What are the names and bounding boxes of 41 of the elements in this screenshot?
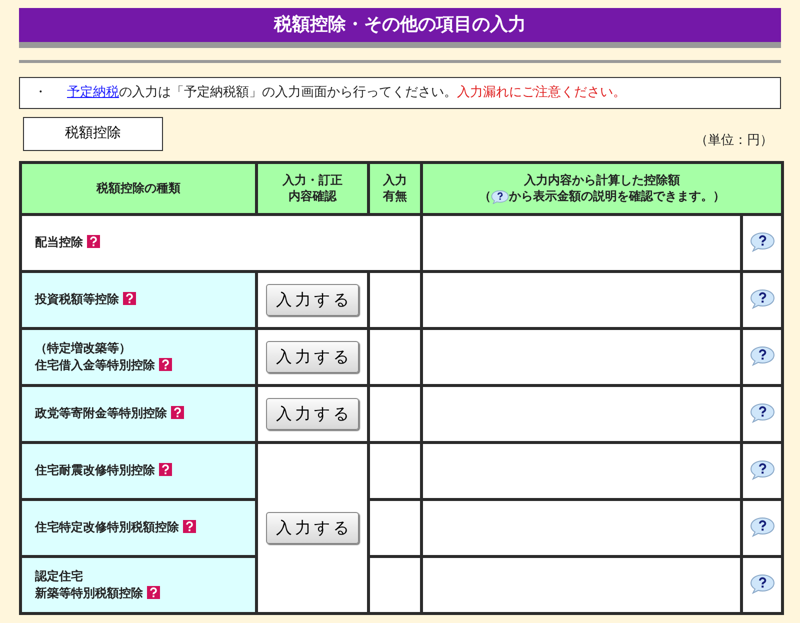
help-bubble-icon[interactable] xyxy=(750,517,774,538)
help-icon[interactable] xyxy=(123,292,136,306)
notice-link[interactable]: 予定納税 xyxy=(67,85,119,100)
column-header: 内容確認 xyxy=(288,189,336,203)
input-button[interactable]: 入力する xyxy=(266,284,359,316)
column-header: 入力・訂正 xyxy=(282,172,342,187)
unit-label: （単位：円） xyxy=(695,132,774,150)
deduction-label: 政党等寄附金等特別控除 xyxy=(35,406,167,420)
column-header: 入力内容から計算した控除額 xyxy=(524,172,680,187)
input-button[interactable]: 入力する xyxy=(266,512,359,544)
deduction-label: 認定住宅 新築等特別税額控除 xyxy=(35,569,143,600)
warning-text: 入力漏れにご注意ください。 xyxy=(457,84,626,102)
help-bubble-icon[interactable] xyxy=(750,232,774,252)
notice-text: 予定納税の入力は「予定納税額」の入力画面から行ってください。 xyxy=(67,84,457,102)
column-note: から表示金額の説明を確認できます。） xyxy=(509,189,725,203)
section-button[interactable]: 税額控除 xyxy=(23,116,163,150)
help-bubble-icon[interactable] xyxy=(750,574,774,594)
help-icon[interactable] xyxy=(159,358,172,370)
column-header: 税額控除の種類 xyxy=(96,180,180,195)
help-bubble-icon[interactable] xyxy=(750,346,774,366)
page-title: 税額控除・その他の項目の入力 xyxy=(19,8,781,48)
deduction-label: 住宅特定改修特別税額控除 xyxy=(35,520,179,534)
deduction-label: （特定増改築等） 住宅借入金等特別控除 xyxy=(35,341,155,372)
bullet-text: ・ xyxy=(34,84,47,102)
help-icon[interactable] xyxy=(159,463,172,476)
column-note: （ xyxy=(479,189,491,203)
deduction-label: 投資税額等控除 xyxy=(35,292,119,306)
deduction-label: 住宅耐震改修特別控除 xyxy=(35,463,155,478)
column-header: 有無 xyxy=(383,189,407,203)
help-icon[interactable] xyxy=(87,235,100,248)
help-bubble-icon[interactable] xyxy=(750,289,774,310)
help-icon[interactable] xyxy=(183,520,196,534)
column-header: 入力 xyxy=(383,172,407,187)
help-icon[interactable] xyxy=(171,406,184,420)
help-bubble-icon[interactable] xyxy=(750,460,774,480)
deduction-label: 配当控除 xyxy=(35,235,83,250)
input-button[interactable]: 入力する xyxy=(266,340,359,372)
help-bubble-icon[interactable] xyxy=(750,403,774,424)
help-bubble-icon[interactable] xyxy=(491,190,509,204)
help-icon[interactable] xyxy=(147,586,160,598)
input-button[interactable]: 入力する xyxy=(266,398,359,430)
